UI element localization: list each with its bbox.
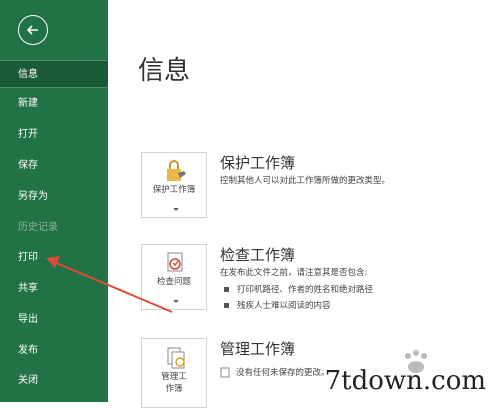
inspect-bullet-2: 残疾人士难以阅读的内容 (220, 299, 331, 311)
sidebar-item-save-as[interactable]: 另存为 (0, 183, 108, 211)
protect-workbook-button[interactable]: 保护工作簿 (141, 152, 207, 218)
sidebar-item-history: 历史记录 (18, 222, 58, 233)
manage-workbook-title: 管理工作簿 (220, 340, 296, 358)
sidebar-item-close[interactable]: 关闭 (0, 367, 108, 395)
protect-workbook-label: 保护工作簿 (152, 185, 196, 195)
protect-workbook-desc: 控制其他人可以对此工作簿所做的更改类型。 (220, 176, 391, 186)
manage-workbook-status: 没有任何未保存的更改。 (220, 366, 330, 378)
dropdown-caret-icon (173, 208, 179, 211)
back-arrow-icon (26, 25, 38, 35)
sidebar-item-save[interactable]: 保存 (0, 152, 108, 180)
lock-icon (167, 160, 186, 181)
manage-workbook-label-line2: 作簿 (165, 384, 183, 394)
inspect-bullet-1: 打印机路径、作者的姓名和绝对路径 (220, 283, 373, 295)
inspect-icon (167, 252, 183, 272)
sidebar-item-info[interactable]: 信息 (0, 60, 108, 88)
page-title: 信息 (138, 56, 191, 86)
manage-workbook-desc: 没有任何未保存的更改。 (236, 368, 330, 378)
bullet-icon (224, 286, 229, 292)
sidebar-item-share[interactable]: 共享 (0, 275, 108, 303)
sidebar-item-print[interactable]: 打印 (0, 244, 108, 272)
sidebar-item-new[interactable]: 新建 (0, 90, 108, 118)
inspect-workbook-title: 检查工作簿 (220, 246, 296, 264)
info-panel: 信息 保护工作簿 保护工作簿 控制其他人可以对此工作簿所做的更改类型。 检查问题… (108, 0, 500, 408)
manage-workbook-button[interactable]: 管理工 作簿 (141, 338, 207, 408)
inspect-bullet-1-text: 打印机路径、作者的姓名和绝对路径 (237, 285, 374, 295)
back-button[interactable] (18, 15, 48, 45)
sidebar-item-open[interactable]: 打开 (0, 121, 108, 149)
inspect-workbook-desc: 在发布此文件之前，请注意其是否包含: (220, 268, 368, 278)
sidebar-item-export[interactable]: 导出 (0, 306, 108, 334)
protect-workbook-title: 保护工作簿 (220, 154, 296, 172)
site-watermark: 7tdown.com (324, 366, 486, 396)
inspect-bullet-2-text: 残疾人士难以阅读的内容 (237, 301, 331, 311)
dropdown-caret-icon (173, 300, 179, 303)
bullet-icon (224, 302, 229, 308)
document-icon (220, 367, 230, 377)
backstage-sidebar: 信息 新建 打开 保存 另存为 历史记录 打印 共享 导出 发布 关闭 (0, 0, 108, 402)
check-issues-button[interactable]: 检查问题 (141, 244, 207, 310)
manage-icon (167, 347, 185, 369)
sidebar-item-publish[interactable]: 发布 (0, 337, 108, 365)
check-issues-label: 检查问题 (156, 277, 191, 287)
manage-workbook-label-line1: 管理工 (161, 372, 187, 382)
